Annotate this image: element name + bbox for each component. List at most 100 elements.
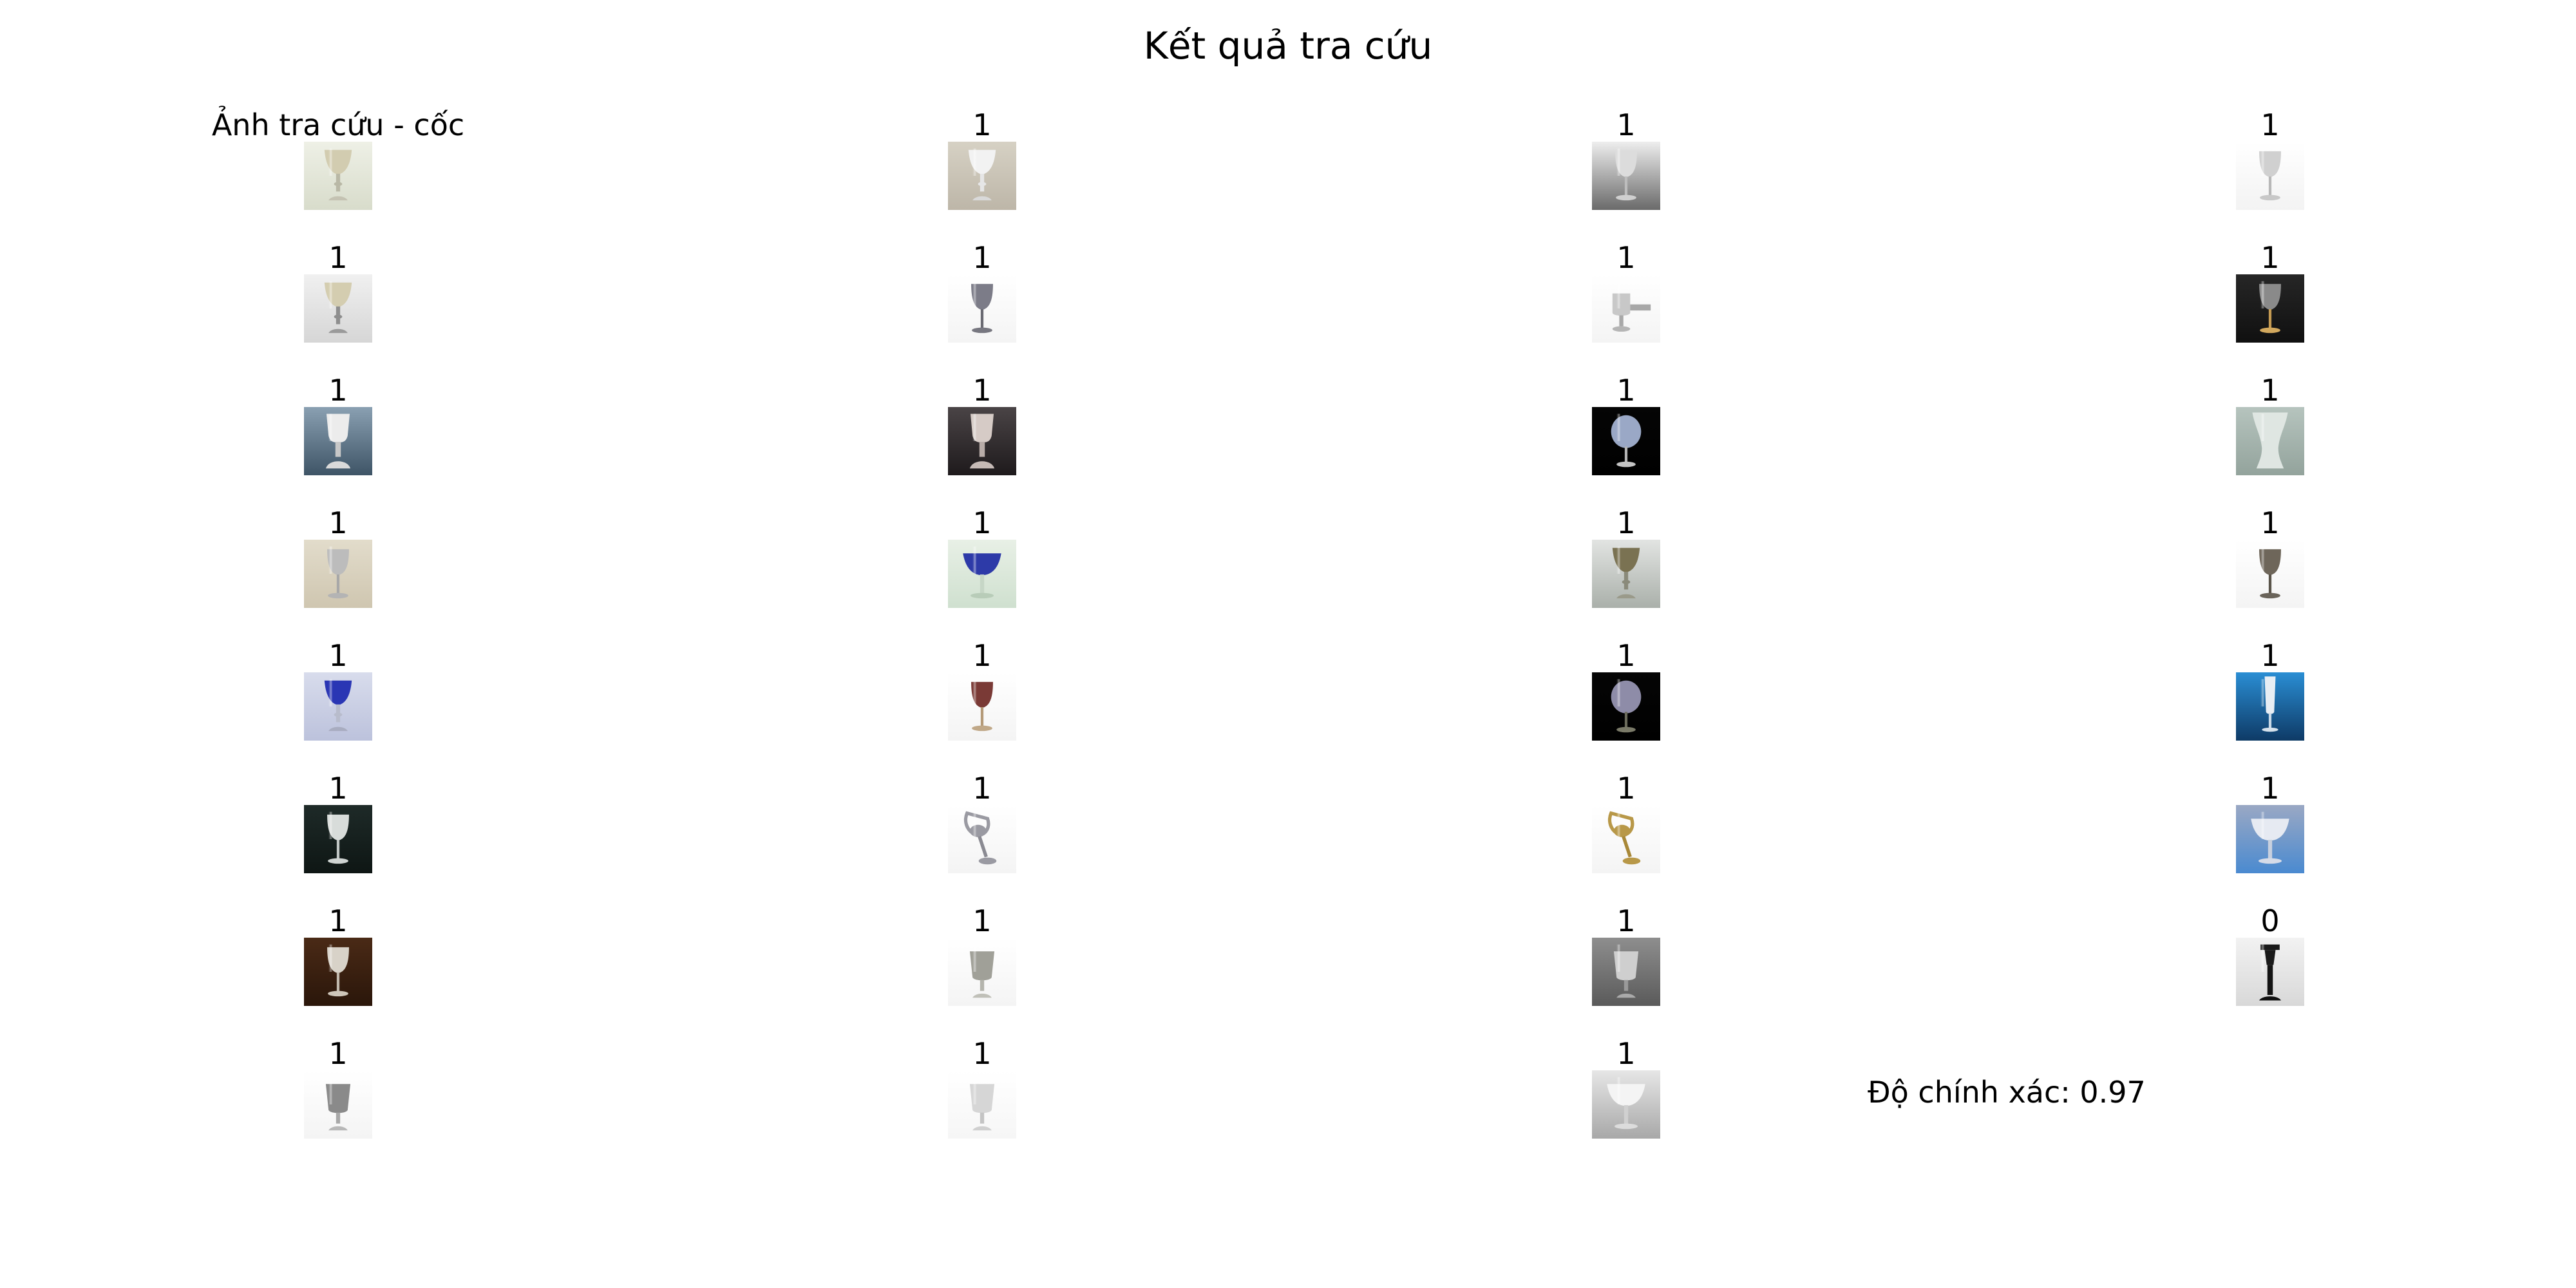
cell-label: 1 bbox=[1616, 771, 1636, 806]
result-cell: 1 bbox=[2077, 639, 2463, 742]
cup-picture bbox=[948, 672, 1016, 741]
cup-thumbnail bbox=[304, 805, 372, 873]
cup-thumbnail bbox=[2236, 805, 2304, 873]
cup-thumbnail bbox=[304, 672, 372, 741]
cell-label: 1 bbox=[972, 373, 992, 408]
cup-thumbnail bbox=[1592, 142, 1660, 210]
cup-thumbnail bbox=[948, 672, 1016, 741]
result-cell: 1 bbox=[1433, 772, 1819, 875]
cup-thumbnail bbox=[304, 1070, 372, 1139]
result-cell: 1 bbox=[789, 108, 1175, 211]
result-cell: 1 bbox=[2077, 374, 2463, 477]
cup-thumbnail bbox=[2236, 407, 2304, 475]
cup-picture bbox=[1592, 407, 1660, 475]
cup-thumbnail bbox=[948, 938, 1016, 1006]
cup-thumbnail bbox=[304, 274, 372, 343]
cup-thumbnail bbox=[2236, 672, 2304, 741]
cup-picture bbox=[948, 938, 1016, 1006]
cell-label: 1 bbox=[1616, 638, 1636, 673]
cup-thumbnail bbox=[1592, 1070, 1660, 1139]
cell-label: 1 bbox=[328, 373, 348, 408]
cell-label: 1 bbox=[972, 506, 992, 540]
cup-thumbnail bbox=[2236, 938, 2304, 1006]
result-cell: 1 bbox=[145, 506, 531, 609]
cell-label: Ảnh tra cứu - cốc bbox=[211, 108, 465, 142]
cell-label: 1 bbox=[1616, 373, 1636, 408]
result-cell: 1 bbox=[145, 639, 531, 742]
cell-label: 1 bbox=[2260, 108, 2280, 142]
result-cell: 1 bbox=[145, 241, 531, 344]
result-cell: 1 bbox=[145, 772, 531, 875]
cell-label: 1 bbox=[972, 904, 992, 938]
cell-label: 1 bbox=[972, 108, 992, 142]
cup-thumbnail bbox=[304, 540, 372, 608]
result-cell: 1 bbox=[2077, 772, 2463, 875]
cell-label: 1 bbox=[2260, 638, 2280, 673]
cup-thumbnail bbox=[948, 1070, 1016, 1139]
result-cell: 1 bbox=[1433, 374, 1819, 477]
cup-picture bbox=[2236, 274, 2304, 343]
figure-title: Kết quả tra cứu bbox=[1143, 24, 1433, 68]
cell-label: 1 bbox=[972, 240, 992, 275]
cup-picture bbox=[304, 1070, 372, 1139]
cup-thumbnail bbox=[2236, 540, 2304, 608]
cup-picture bbox=[948, 274, 1016, 343]
cup-picture bbox=[1592, 1070, 1660, 1139]
result-cell: 1 bbox=[789, 506, 1175, 609]
cell-label: 1 bbox=[2260, 240, 2280, 275]
cup-picture bbox=[1592, 540, 1660, 608]
cup-picture bbox=[304, 540, 372, 608]
result-cell: 1 bbox=[2077, 108, 2463, 211]
cup-thumbnail bbox=[304, 407, 372, 475]
cup-thumbnail bbox=[1592, 672, 1660, 741]
result-cell: 1 bbox=[2077, 506, 2463, 609]
result-cell: 1 bbox=[2077, 241, 2463, 344]
cup-thumbnail bbox=[2236, 142, 2304, 210]
result-cell: 0 bbox=[2077, 904, 2463, 1007]
cup-thumbnail bbox=[1592, 407, 1660, 475]
cup-picture bbox=[1592, 274, 1660, 343]
cup-picture bbox=[2236, 805, 2304, 873]
cell-label: 1 bbox=[2260, 771, 2280, 806]
cup-picture bbox=[304, 938, 372, 1006]
cell-label: 1 bbox=[328, 506, 348, 540]
result-cell: 1 bbox=[789, 241, 1175, 344]
cell-label: 1 bbox=[972, 1036, 992, 1071]
cup-thumbnail bbox=[1592, 805, 1660, 873]
accuracy-label: Độ chính xác: 0.97 bbox=[1868, 1075, 2146, 1110]
cell-label: 1 bbox=[2260, 373, 2280, 408]
cup-thumbnail bbox=[1592, 274, 1660, 343]
cup-thumbnail bbox=[1592, 540, 1660, 608]
cup-thumbnail bbox=[948, 805, 1016, 873]
result-cell: 1 bbox=[145, 904, 531, 1007]
cup-picture bbox=[948, 540, 1016, 608]
cup-picture bbox=[2236, 672, 2304, 741]
query-cell: Ảnh tra cứu - cốc bbox=[145, 108, 531, 211]
cup-picture bbox=[2236, 540, 2304, 608]
cup-picture bbox=[1592, 805, 1660, 873]
cup-thumbnail bbox=[304, 938, 372, 1006]
cell-label: 1 bbox=[1616, 904, 1636, 938]
result-cell: 1 bbox=[1433, 506, 1819, 609]
result-cell: 1 bbox=[1433, 904, 1819, 1007]
cup-picture bbox=[304, 274, 372, 343]
cup-thumbnail bbox=[948, 142, 1016, 210]
cup-picture bbox=[1592, 672, 1660, 741]
result-cell: 1 bbox=[789, 772, 1175, 875]
cup-thumbnail bbox=[948, 407, 1016, 475]
cup-thumbnail bbox=[304, 142, 372, 210]
result-cell: 1 bbox=[789, 639, 1175, 742]
cup-thumbnail bbox=[2236, 274, 2304, 343]
cup-picture bbox=[304, 142, 372, 210]
result-cell: 1 bbox=[789, 904, 1175, 1007]
cup-picture bbox=[2236, 407, 2304, 475]
result-cell: 1 bbox=[789, 1037, 1175, 1140]
result-cell: 1 bbox=[145, 1037, 531, 1140]
cup-picture bbox=[304, 672, 372, 741]
cup-picture bbox=[948, 805, 1016, 873]
cell-label: 1 bbox=[1616, 240, 1636, 275]
cell-label: 1 bbox=[328, 1036, 348, 1071]
cup-thumbnail bbox=[948, 274, 1016, 343]
result-cell: 1 bbox=[1433, 1037, 1819, 1140]
cell-label: 1 bbox=[1616, 506, 1636, 540]
